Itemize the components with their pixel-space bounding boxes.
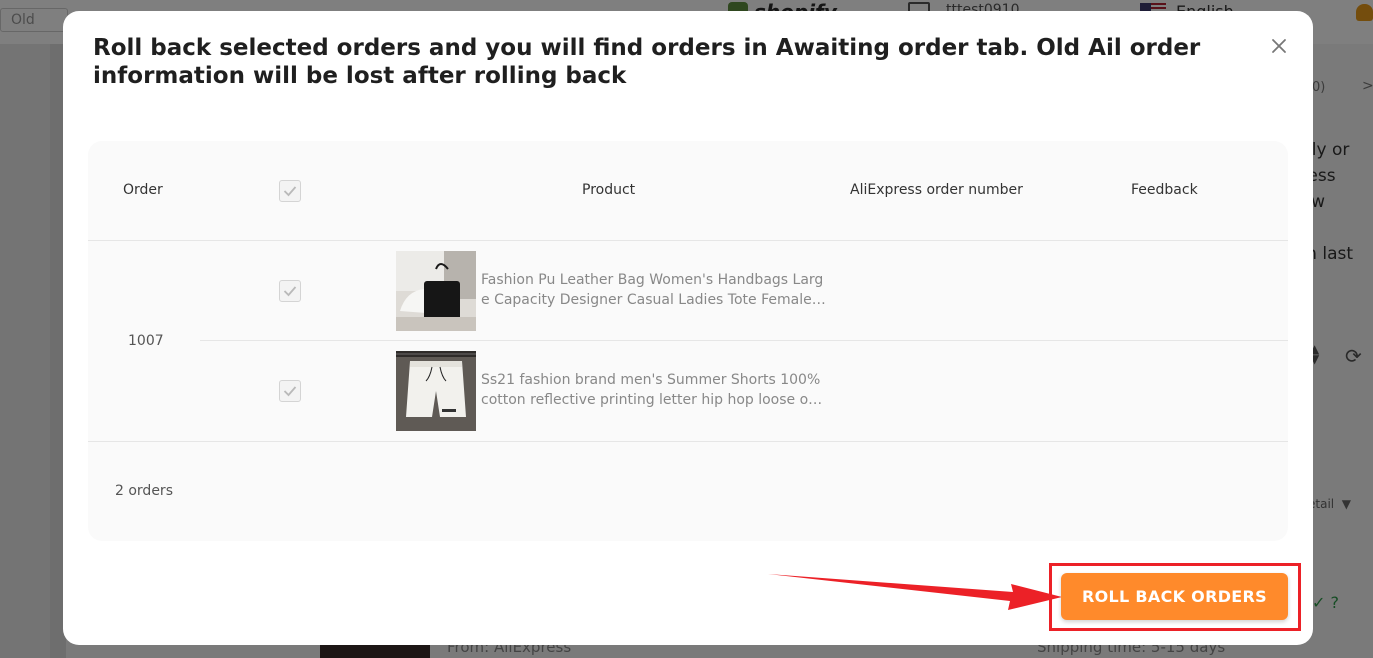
- order-number: 1007: [128, 333, 164, 349]
- product-name[interactable]: Fashion Pu Leather Bag Women's Handbags …: [481, 270, 826, 310]
- close-icon[interactable]: [1266, 33, 1292, 59]
- row-checkbox[interactable]: [279, 380, 301, 402]
- annotation-arrow-icon: [768, 574, 1062, 610]
- rollback-dialog: Roll back selected orders and you will f…: [63, 11, 1313, 645]
- order-count: 2 orders: [115, 483, 173, 499]
- product-name[interactable]: Ss21 fashion brand men's Summer Shorts 1…: [481, 370, 826, 410]
- table-divider: [88, 441, 1288, 442]
- row-checkbox[interactable]: [279, 280, 301, 302]
- header-feedback: Feedback: [1131, 182, 1198, 198]
- header-order: Order: [123, 182, 163, 198]
- product-thumbnail: [396, 351, 476, 431]
- header-product: Product: [582, 182, 636, 198]
- roll-back-orders-button[interactable]: ROLL BACK ORDERS: [1061, 573, 1288, 620]
- table-row: Fashion Pu Leather Bag Women's Handbags …: [200, 241, 1288, 341]
- table-row: Ss21 fashion brand men's Summer Shorts 1…: [200, 341, 1288, 441]
- table-header: Order Product AliExpress order number Fe…: [88, 141, 1288, 241]
- orders-table: Order Product AliExpress order number Fe…: [88, 141, 1288, 541]
- header-aliexpress-order-number: AliExpress order number: [850, 182, 1023, 198]
- order-cell: 1007: [88, 241, 200, 441]
- select-all-checkbox[interactable]: [279, 180, 301, 202]
- product-thumbnail: [396, 251, 476, 331]
- dialog-title: Roll back selected orders and you will f…: [93, 35, 1201, 89]
